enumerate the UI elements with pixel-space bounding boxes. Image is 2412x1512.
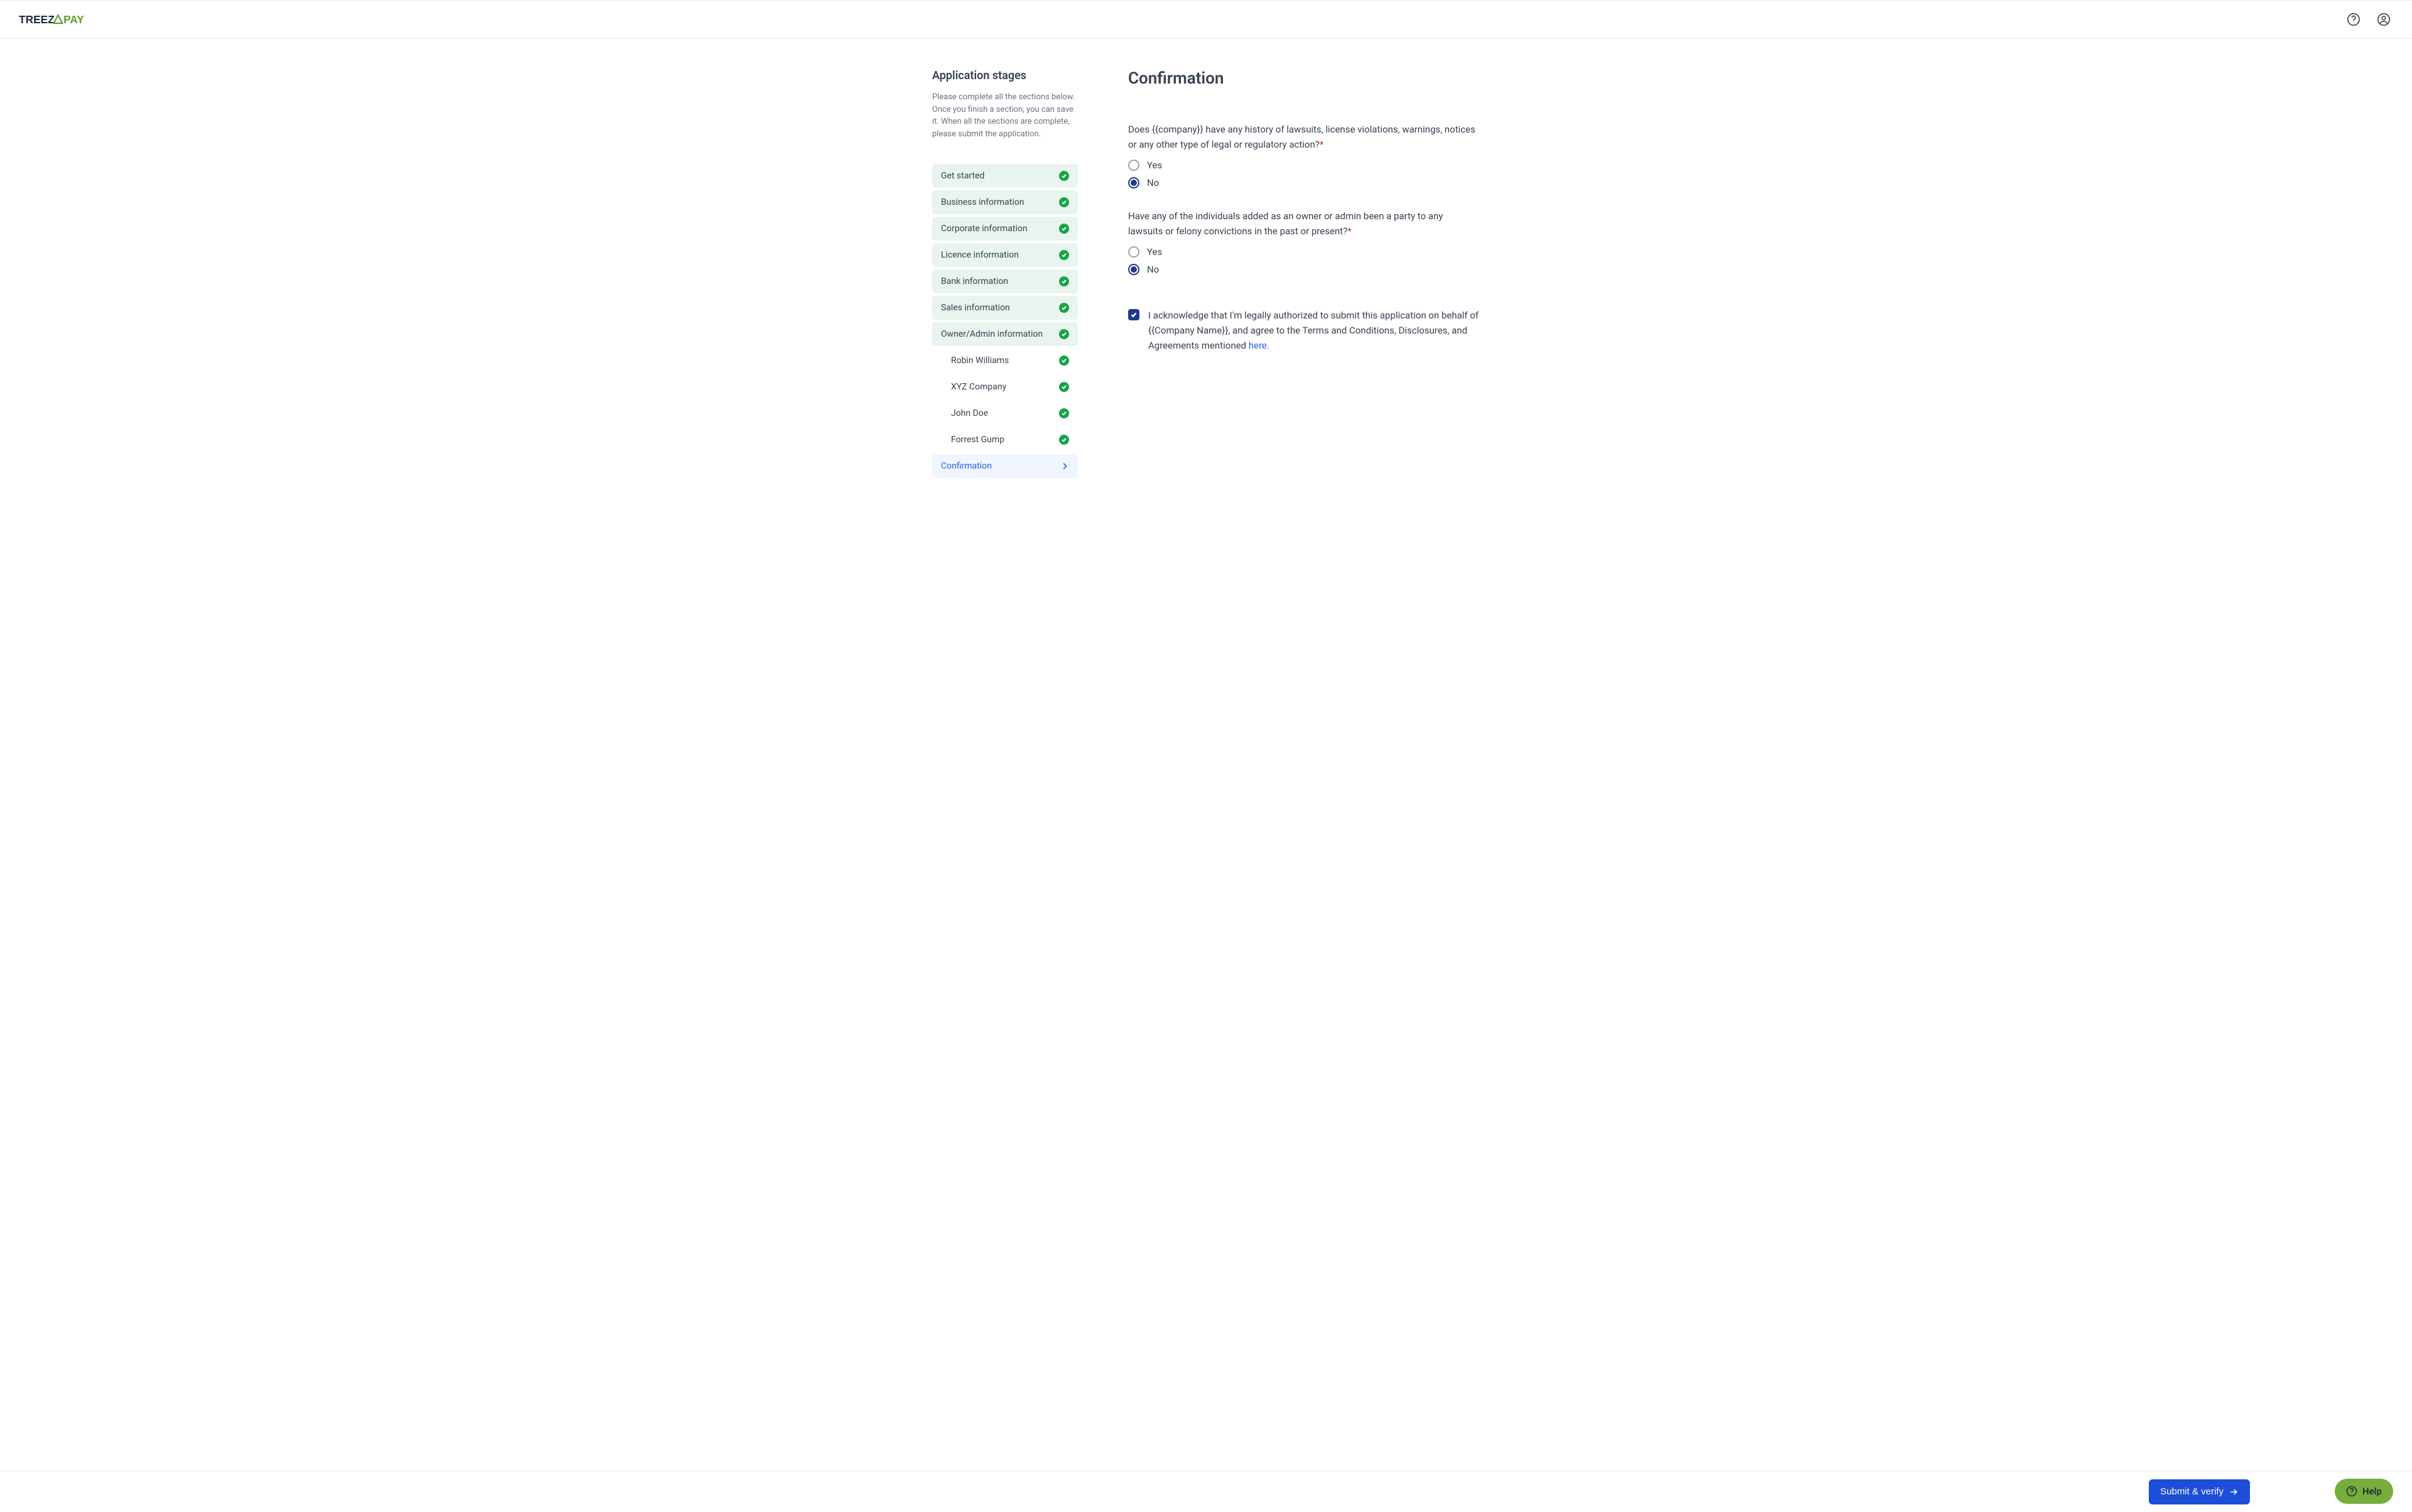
radio-icon [1128, 246, 1139, 258]
help-label: Help [2362, 1486, 2382, 1497]
stage-licence-information[interactable]: Licence information [932, 243, 1078, 267]
check-circle-icon [1059, 224, 1069, 234]
help-widget-button[interactable]: Help [2335, 1479, 2393, 1504]
radio-icon [1128, 160, 1139, 171]
owner-item[interactable]: XYZ Company [932, 375, 1078, 399]
submit-label: Submit & verify [2160, 1486, 2224, 1497]
stage-label: Bank information [941, 276, 1008, 286]
brand-logo[interactable]: TREEZ PAY [19, 13, 100, 26]
stage-label: Confirmation [941, 461, 992, 471]
stage-label: Licence information [941, 250, 1019, 260]
stage-label: Corporate information [941, 224, 1028, 234]
footer-bar: Submit & verify [0, 1471, 2412, 1512]
stage-owner-admin-information[interactable]: Owner/Admin information [932, 322, 1078, 346]
radio-label: Yes [1147, 246, 1162, 258]
radio-option-no[interactable]: No [1128, 264, 1480, 275]
chevron-right-icon [1060, 462, 1069, 470]
brand-text-2: PAY [63, 13, 84, 26]
stage-label: Business information [941, 197, 1024, 207]
stage-label: Sales information [941, 303, 1010, 313]
app-header: TREEZ PAY [0, 0, 2412, 39]
sidebar-description: Please complete all the sections below. … [932, 91, 1078, 140]
stage-business-information[interactable]: Business information [932, 190, 1078, 214]
acknowledgement-text: I acknowledge that I'm legally authorize… [1148, 308, 1480, 353]
owner-item[interactable]: Forrest Gump [932, 428, 1078, 452]
owner-label: XYZ Company [951, 382, 1006, 392]
stage-sales-information[interactable]: Sales information [932, 296, 1078, 320]
help-circle-icon [2346, 1486, 2357, 1497]
check-circle-icon [1059, 329, 1069, 339]
radio-group: Yes No [1128, 160, 1480, 188]
arrow-right-icon [2229, 1487, 2239, 1497]
content-panel: Confirmation Does {{company}} have any h… [1128, 69, 1480, 1394]
check-circle-icon [1059, 382, 1069, 392]
radio-label: No [1147, 177, 1159, 188]
question-text: Have any of the individuals added as an … [1128, 209, 1480, 239]
check-circle-icon [1059, 435, 1069, 445]
check-circle-icon [1059, 276, 1069, 286]
owner-label: John Doe [951, 408, 988, 418]
stage-corporate-information[interactable]: Corporate information [932, 217, 1078, 241]
radio-option-yes[interactable]: Yes [1128, 246, 1480, 258]
question-text: Does {{company}} have any history of law… [1128, 122, 1480, 152]
check-circle-icon [1059, 171, 1069, 181]
header-actions [2344, 10, 2393, 29]
radio-option-yes[interactable]: Yes [1128, 160, 1480, 171]
acknowledgement-checkbox[interactable] [1128, 309, 1139, 320]
terms-link[interactable]: here. [1249, 340, 1269, 351]
required-asterisk: * [1320, 139, 1323, 150]
owner-label: Forrest Gump [951, 435, 1004, 445]
account-icon[interactable] [2374, 10, 2393, 29]
question-individuals-lawsuits: Have any of the individuals added as an … [1128, 209, 1480, 275]
stage-confirmation[interactable]: Confirmation [932, 454, 1078, 478]
check-circle-icon [1059, 408, 1069, 418]
acknowledgement-block: I acknowledge that I'm legally authorize… [1128, 308, 1480, 353]
sidebar-title: Application stages [932, 69, 1078, 82]
stage-bank-information[interactable]: Bank information [932, 269, 1078, 293]
radio-label: No [1147, 264, 1159, 275]
check-circle-icon [1059, 197, 1069, 207]
page-title: Confirmation [1128, 69, 1480, 88]
stage-label: Owner/Admin information [941, 329, 1043, 339]
radio-label: Yes [1147, 160, 1162, 171]
check-circle-icon [1059, 303, 1069, 313]
radio-group: Yes No [1128, 246, 1480, 275]
required-asterisk: * [1347, 226, 1351, 237]
radio-icon [1128, 264, 1139, 275]
stage-get-started[interactable]: Get started [932, 164, 1078, 188]
radio-option-no[interactable]: No [1128, 177, 1480, 188]
check-circle-icon [1059, 250, 1069, 260]
owner-item[interactable]: John Doe [932, 401, 1078, 425]
help-icon[interactable] [2344, 10, 2363, 29]
stage-label: Get started [941, 171, 984, 181]
owner-item[interactable]: Robin Williams [932, 349, 1078, 373]
check-circle-icon [1059, 356, 1069, 366]
question-legal-history: Does {{company}} have any history of law… [1128, 122, 1480, 188]
radio-icon [1128, 177, 1139, 188]
submit-verify-button[interactable]: Submit & verify [2149, 1479, 2250, 1504]
main-area: Application stages Please complete all t… [0, 39, 2412, 1469]
brand-text-1: TREEZ [19, 13, 55, 26]
owner-label: Robin Williams [951, 356, 1009, 366]
sidebar: Application stages Please complete all t… [932, 69, 1078, 1394]
stage-list: Get started Business information Corpora… [932, 164, 1078, 478]
